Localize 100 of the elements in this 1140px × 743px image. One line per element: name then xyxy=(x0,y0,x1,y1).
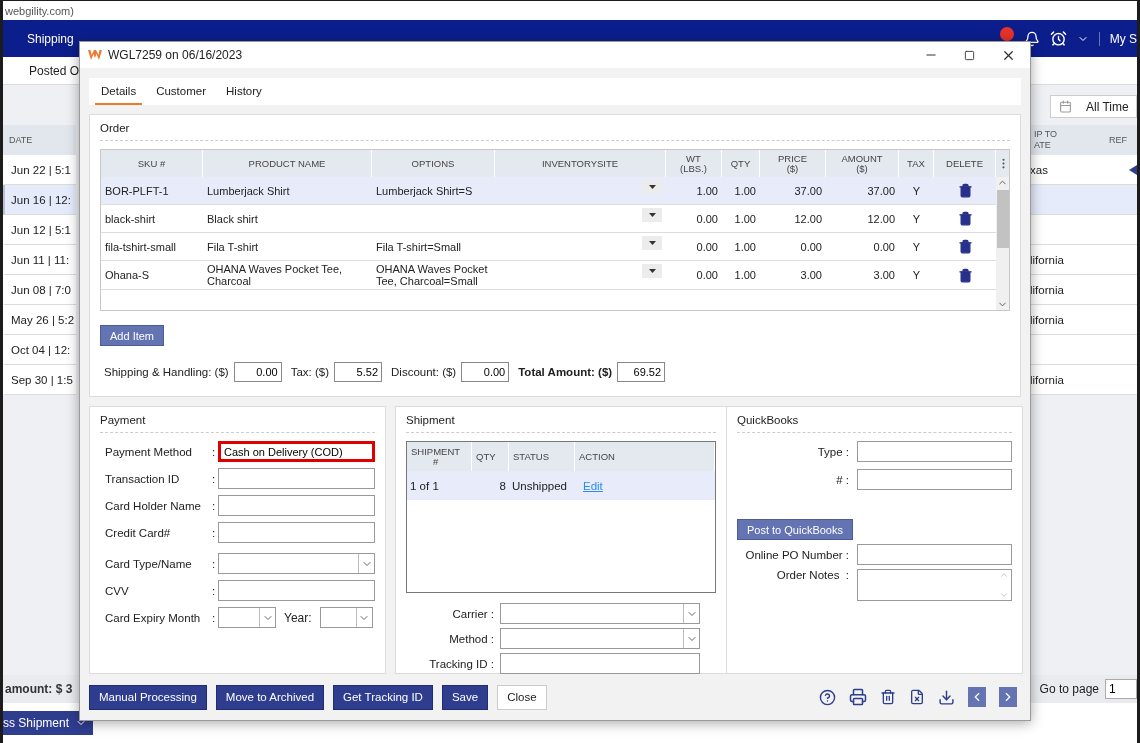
delete-icon[interactable] xyxy=(957,211,973,227)
add-item-button[interactable]: Add Item xyxy=(100,325,165,347)
arrow-icon[interactable] xyxy=(1129,164,1137,175)
process-shipment-button[interactable]: ss Shipment xyxy=(3,711,94,735)
order-row[interactable]: Jun 12 | 5:1 xyxy=(3,215,76,245)
table-cell: lifornia xyxy=(1030,373,1064,386)
text-field[interactable] xyxy=(218,495,375,517)
text-field[interactable] xyxy=(500,653,700,675)
caret-icon xyxy=(648,269,656,274)
site-dropdown[interactable] xyxy=(642,208,662,223)
alarm-clock-icon[interactable] xyxy=(1049,30,1067,47)
amount-field[interactable]: 0.00 xyxy=(233,362,282,383)
total-label: Shipping & Handling: ($) xyxy=(104,366,229,379)
nav-item[interactable]: Shipping xyxy=(27,31,74,46)
delete-icon[interactable] xyxy=(957,267,973,283)
table-cell: 12.00 xyxy=(794,212,822,225)
table-row[interactable]: lifornia xyxy=(1028,305,1137,335)
order-item-row[interactable]: black-shirt Black shirt 0.00 1.00 12.00 12.00 Y xyxy=(101,205,996,234)
dropdown-field[interactable] xyxy=(218,607,276,629)
field-label: Card Expiry Month xyxy=(104,611,202,624)
footer-button[interactable]: Move to Archived xyxy=(215,684,325,710)
caret-icon xyxy=(648,241,656,246)
table-row[interactable]: lifornia xyxy=(1028,245,1137,275)
dropdown-field[interactable] xyxy=(218,553,375,575)
address-text: webgility.com) xyxy=(5,4,74,17)
table-cell: xas xyxy=(1030,163,1048,176)
table-cell: lifornia xyxy=(1030,253,1064,266)
order-row[interactable]: Jun 08 | 7:0 xyxy=(3,275,76,305)
site-dropdown[interactable] xyxy=(642,264,662,279)
field-label: Credit Card# xyxy=(104,526,172,539)
shipment-row[interactable]: 1 of 1 8 Unshipped Edit xyxy=(407,471,715,501)
printer-icon[interactable] xyxy=(849,688,867,707)
field-label: Tracking ID : xyxy=(428,657,494,670)
table-cell: 37.00 xyxy=(794,184,822,197)
text-field[interactable] xyxy=(857,544,1012,566)
colon-text: : xyxy=(212,611,217,624)
colon-text: : xyxy=(212,499,217,512)
tab[interactable]: Details xyxy=(95,78,143,106)
text-field[interactable] xyxy=(218,522,375,544)
order-item-row[interactable]: fila-tshirt-small Fila T-shirt Fila T-shirt=Small 0.00 1.00 0.00 0.00 Y xyxy=(101,233,996,262)
table-cell: Black shirt xyxy=(207,212,258,225)
order-row[interactable]: Jun 16 | 12: xyxy=(3,185,76,215)
text-field[interactable]: Cash on Delivery (COD) xyxy=(218,441,375,463)
post-to-quickbooks-button[interactable]: Post to QuickBooks xyxy=(737,519,853,541)
help-icon[interactable] xyxy=(819,688,836,706)
dropdown-field[interactable] xyxy=(500,603,700,625)
order-item-row[interactable]: Ohana-S OHANA Waves Pocket Tee, Charcoal OHANA Waves Pocket Tee, Charcoal=Small 0.00 1.00 3.00 3.00 Y xyxy=(101,261,996,291)
amount-summary: amount: $ 3 xyxy=(5,682,73,696)
tab[interactable]: History xyxy=(220,78,268,106)
table-row[interactable]: xas xyxy=(1028,155,1137,185)
page-input[interactable]: 1 xyxy=(1105,679,1137,699)
order-row[interactable]: Oct 04 | 12: xyxy=(3,335,76,365)
table-row[interactable] xyxy=(1028,215,1137,245)
amount-field[interactable]: 0.00 xyxy=(461,362,510,383)
tab[interactable]: Customer xyxy=(150,78,212,106)
date-range-select[interactable]: All Time xyxy=(1050,95,1137,118)
delete-icon[interactable] xyxy=(880,689,896,706)
text-field[interactable] xyxy=(218,468,375,490)
delete-icon[interactable] xyxy=(957,183,973,199)
download-icon[interactable] xyxy=(938,688,955,706)
dropdown-field[interactable] xyxy=(319,607,373,629)
table-cell: black-shirt xyxy=(105,212,156,225)
subnav-tab[interactable]: Posted O xyxy=(29,63,80,78)
text-field[interactable] xyxy=(218,580,375,602)
footer-button[interactable]: Close xyxy=(497,684,547,710)
field-label: Card Type/Name xyxy=(104,557,193,570)
table-row[interactable] xyxy=(1028,335,1137,365)
site-dropdown[interactable] xyxy=(642,236,662,251)
order-row[interactable]: Jun 11 | 11: xyxy=(3,245,76,275)
order-row[interactable]: Sep 30 | 1:5 xyxy=(3,365,76,395)
amount-field[interactable]: 69.52 xyxy=(617,362,666,383)
file-x-icon[interactable] xyxy=(909,689,925,706)
notes-field[interactable] xyxy=(857,569,1012,602)
bell-icon[interactable] xyxy=(1023,30,1040,47)
table-cell-text: OHANA Waves Pocket Tee, Charcoal=Small xyxy=(376,263,489,288)
footer-button[interactable]: Manual Processing xyxy=(89,684,207,710)
scrollbar[interactable] xyxy=(996,177,1009,311)
amount-field[interactable]: 5.52 xyxy=(334,362,382,383)
table-row[interactable]: lifornia xyxy=(1028,275,1137,305)
order-row[interactable]: Jun 22 | 5:1 xyxy=(3,155,76,185)
table-cell-text: 8 xyxy=(498,479,507,492)
text-field[interactable] xyxy=(857,469,1012,491)
footer-button[interactable]: Save xyxy=(441,684,489,710)
account-menu[interactable]: My S xyxy=(1098,31,1137,46)
previous-button[interactable] xyxy=(968,687,986,708)
table-cell: Y xyxy=(912,184,921,197)
colon-text: : xyxy=(212,472,217,485)
maximize-icon[interactable] xyxy=(964,49,975,61)
table-cell: 1.00 xyxy=(734,269,756,282)
footer-button[interactable]: Get Tracking ID xyxy=(333,684,433,710)
order-item-row[interactable]: BOR-PLFT-1 Lumberjack Shirt Lumberjack Shirt=S 1.00 1.00 37.00 37.00 Y xyxy=(101,177,996,206)
table-row[interactable]: lifornia xyxy=(1028,365,1137,395)
table-cell: BOR-PLFT-1 xyxy=(105,184,169,197)
site-dropdown[interactable] xyxy=(642,180,662,195)
delete-icon[interactable] xyxy=(957,239,973,255)
dropdown-field[interactable] xyxy=(500,628,700,650)
caret-icon xyxy=(648,213,656,218)
text-field[interactable] xyxy=(857,441,1012,463)
order-row[interactable]: May 26 | 5:2 xyxy=(3,305,76,335)
next-button[interactable] xyxy=(999,687,1017,708)
